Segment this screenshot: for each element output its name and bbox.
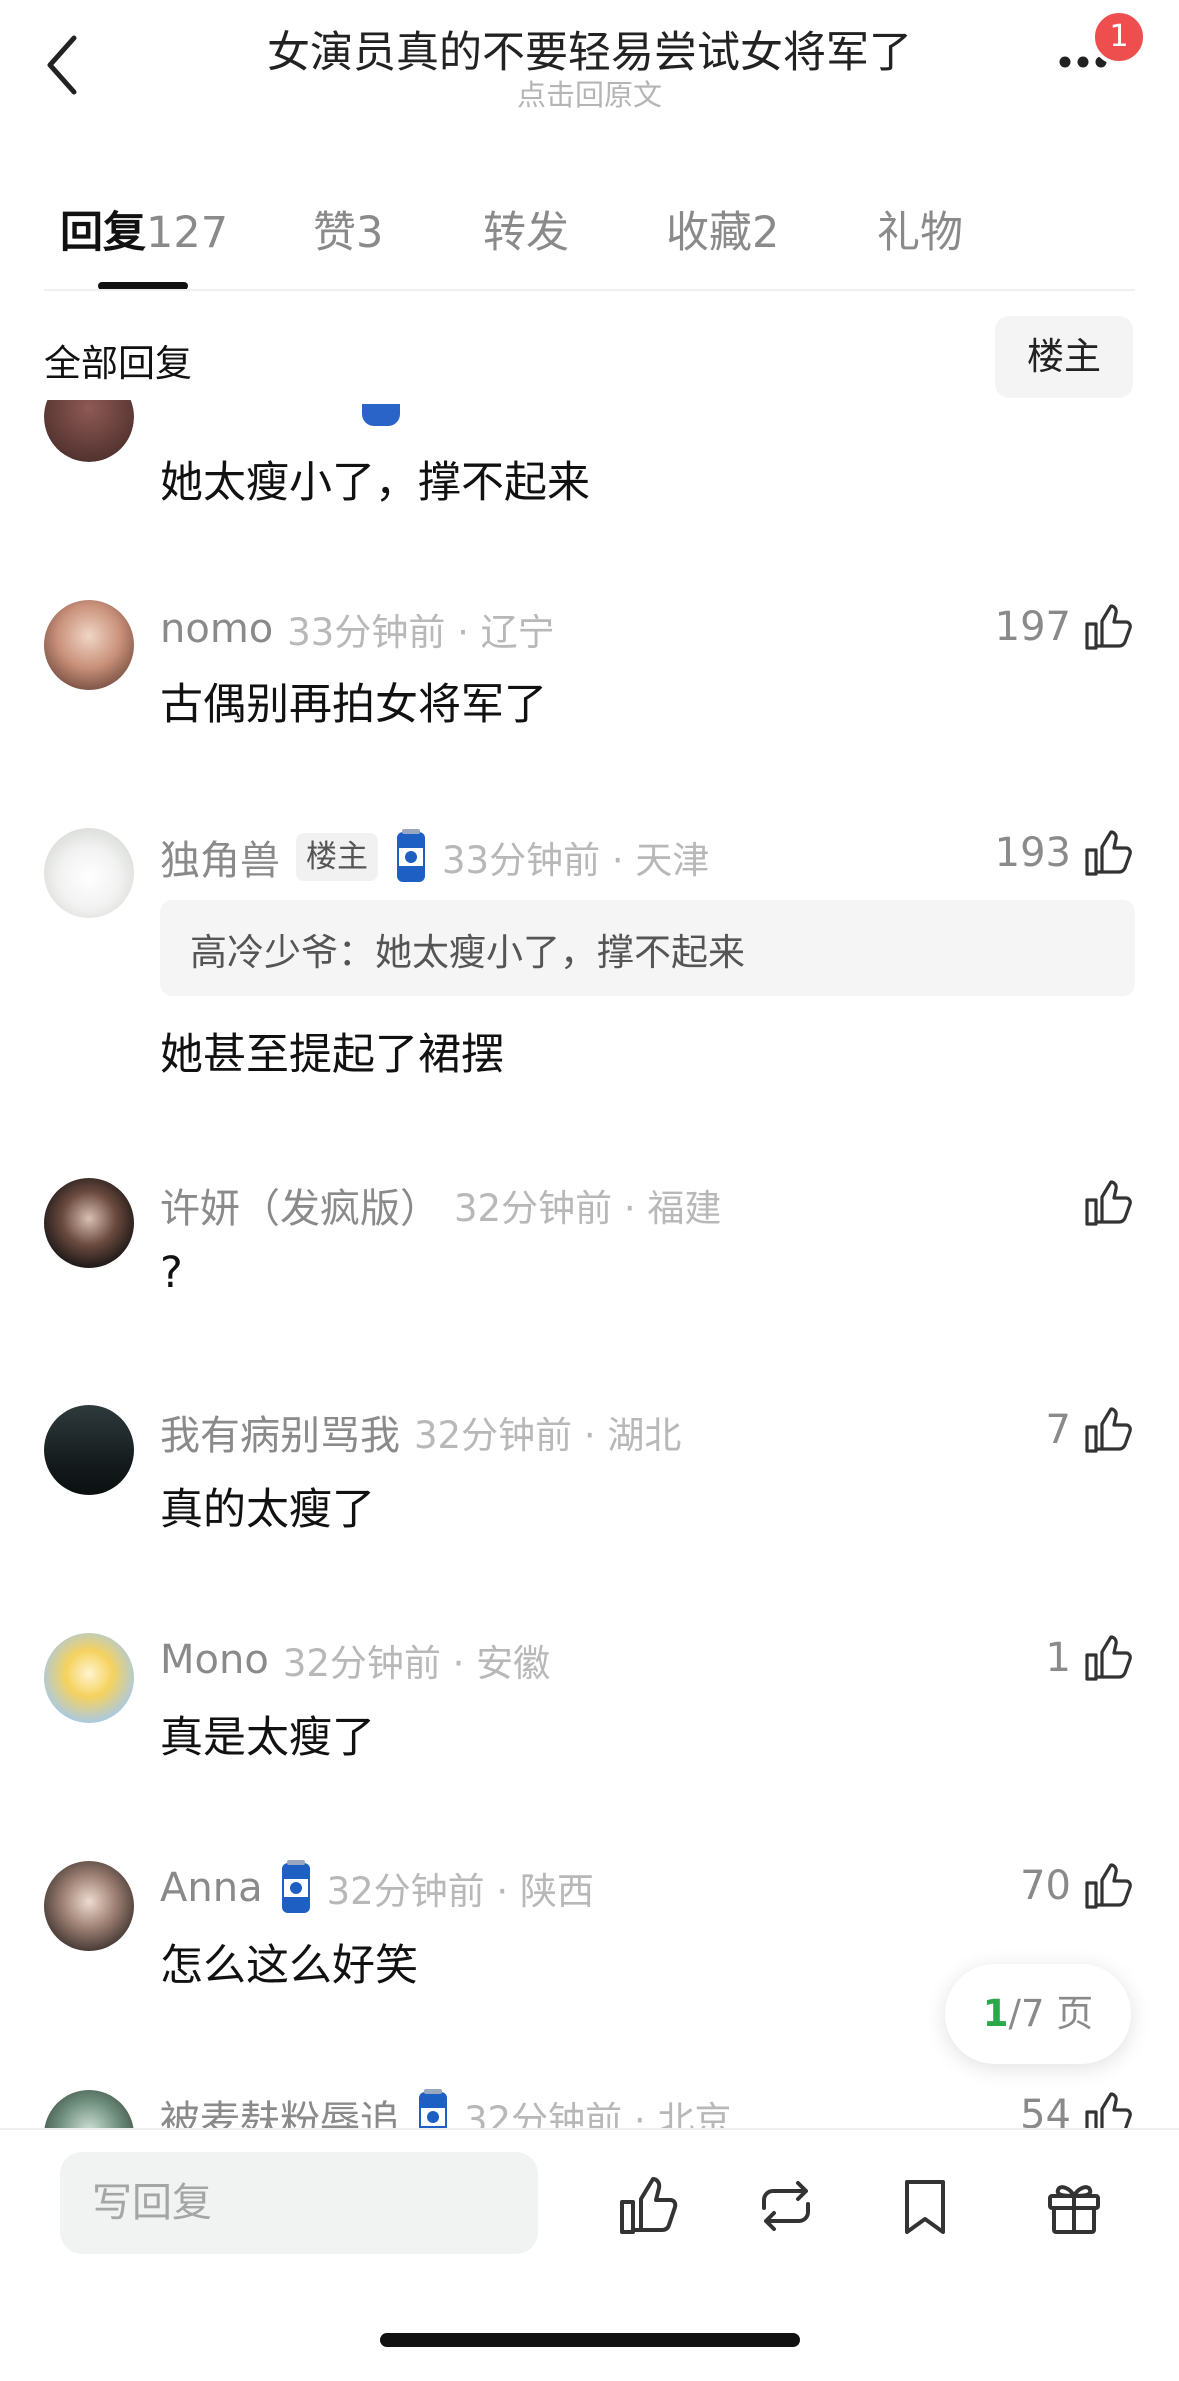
avatar[interactable]: [44, 1405, 134, 1495]
avatar[interactable]: [44, 1178, 134, 1268]
like-count: 193: [994, 830, 1071, 876]
thumbs-up-icon[interactable]: [616, 2174, 680, 2238]
comment-meta: 许妍（发疯版） 32分钟前 · 福建: [160, 1176, 721, 1234]
timestamp-location: 32分钟前 · 湖北: [414, 1414, 682, 1457]
timestamp-location: 32分钟前 · 陕西: [326, 1870, 594, 1913]
comment-text: 古偶别再拍女将军了: [160, 680, 547, 730]
bookmark-icon[interactable]: [893, 2174, 957, 2238]
comment-meta: nomo 33分钟前 · 辽宁: [160, 600, 555, 658]
soda-can-badge-icon: [397, 829, 425, 882]
tab-count: 3: [356, 208, 384, 258]
like-control[interactable]: 1: [1046, 1633, 1133, 1683]
tab-label: 回复: [60, 208, 146, 258]
comment-text: 她太瘦小了，撑不起来: [160, 458, 590, 508]
username[interactable]: 独角兽: [160, 828, 280, 886]
thumbs-up-icon: [1085, 830, 1132, 876]
username[interactable]: Anna: [160, 1865, 263, 1911]
thumbs-up-icon: [1085, 1180, 1132, 1226]
tab-count: 2: [752, 208, 780, 258]
page-indicator[interactable]: 1/7 页: [945, 1964, 1131, 2064]
soda-can-badge-icon: [281, 1860, 310, 1913]
comment-meta: 我有病别骂我 32分钟前 · 湖北: [160, 1403, 681, 1461]
comment-meta: 独角兽 楼主 33分钟前 · 天津: [160, 826, 709, 888]
avatar[interactable]: [44, 828, 134, 918]
comment-meta: Anna 32分钟前 · 陕西: [160, 1857, 594, 1919]
reply-input[interactable]: 写回复: [60, 2152, 538, 2254]
comment-text: ?: [160, 1248, 183, 1298]
page-title: 女演员真的不要轻易尝试女将军了: [267, 28, 912, 78]
tab-replies[interactable]: 回复127: [60, 198, 228, 260]
tab-likes[interactable]: 赞3: [313, 198, 383, 260]
username[interactable]: Mono: [160, 1637, 269, 1683]
thumbs-up-icon: [1085, 1863, 1132, 1909]
like-count: 70: [1020, 1863, 1071, 1909]
like-control[interactable]: 193: [995, 828, 1133, 878]
back-icon[interactable]: [40, 30, 90, 100]
like-control[interactable]: 7: [1046, 1405, 1133, 1455]
all-replies-label: 全部回复: [44, 342, 192, 385]
gift-icon[interactable]: [1042, 2174, 1106, 2238]
like-control[interactable]: [1071, 1178, 1133, 1228]
timestamp-location: 32分钟前 · 福建: [454, 1187, 722, 1230]
tab-gifts[interactable]: 礼物: [877, 198, 963, 260]
tab-label: 收藏: [666, 208, 752, 258]
like-count: 7: [1045, 1407, 1071, 1453]
username[interactable]: 许妍（发疯版）: [160, 1176, 440, 1234]
avatar[interactable]: [44, 400, 134, 462]
repost-icon[interactable]: [754, 2174, 818, 2238]
header: 女演员真的不要轻易尝试女将军了 点击回原文 1: [0, 0, 1179, 130]
comment-text: 她甚至提起了裙摆: [160, 1030, 504, 1080]
badge-icon: [362, 404, 400, 426]
tab-label: 礼物: [877, 208, 963, 258]
back-to-original-link[interactable]: 点击回原文: [150, 72, 1029, 114]
comment-meta: Mono 32分钟前 · 安徽: [160, 1631, 550, 1689]
op-tag: 楼主: [296, 833, 378, 881]
like-count: 197: [994, 604, 1071, 650]
quoted-text: 高冷少爷：她太瘦小了，撑不起来: [190, 931, 745, 974]
comment-text: 怎么这么好笑: [160, 1941, 418, 1991]
notification-badge: 1: [1091, 9, 1147, 65]
avatar[interactable]: [44, 600, 134, 690]
like-count: 1: [1045, 1635, 1071, 1681]
current-page: 1: [982, 1992, 1009, 2035]
quoted-reply[interactable]: 高冷少爷：她太瘦小了，撑不起来: [160, 900, 1135, 996]
thumbs-up-icon: [1085, 1407, 1132, 1453]
timestamp-location: 32分钟前 · 安徽: [282, 1642, 551, 1685]
comment-text: 真是太瘦了: [160, 1713, 375, 1763]
comment-text: 真的太瘦了: [160, 1485, 375, 1535]
like-control[interactable]: 70: [1020, 1861, 1133, 1911]
like-control[interactable]: 197: [995, 602, 1133, 652]
tab-reposts[interactable]: 转发: [483, 198, 569, 260]
thumbs-up-icon: [1085, 1635, 1132, 1681]
tab-label: 赞: [313, 208, 356, 258]
tab-label: 转发: [483, 208, 569, 258]
op-filter-button[interactable]: 楼主: [995, 316, 1133, 398]
timestamp-location: 33分钟前 · 天津: [442, 839, 710, 882]
tab-count: 127: [146, 208, 229, 258]
home-indicator: [380, 2333, 800, 2347]
username[interactable]: nomo: [160, 606, 273, 652]
timestamp-location: 33分钟前 · 辽宁: [287, 611, 555, 654]
thumbs-up-icon: [1085, 604, 1132, 650]
total-pages: /7 页: [1008, 1992, 1094, 2035]
tab-favorites[interactable]: 收藏2: [666, 198, 779, 260]
avatar[interactable]: [44, 1861, 134, 1951]
tab-divider: [44, 289, 1135, 291]
avatar[interactable]: [44, 1633, 134, 1723]
username[interactable]: 我有病别骂我: [160, 1403, 400, 1461]
